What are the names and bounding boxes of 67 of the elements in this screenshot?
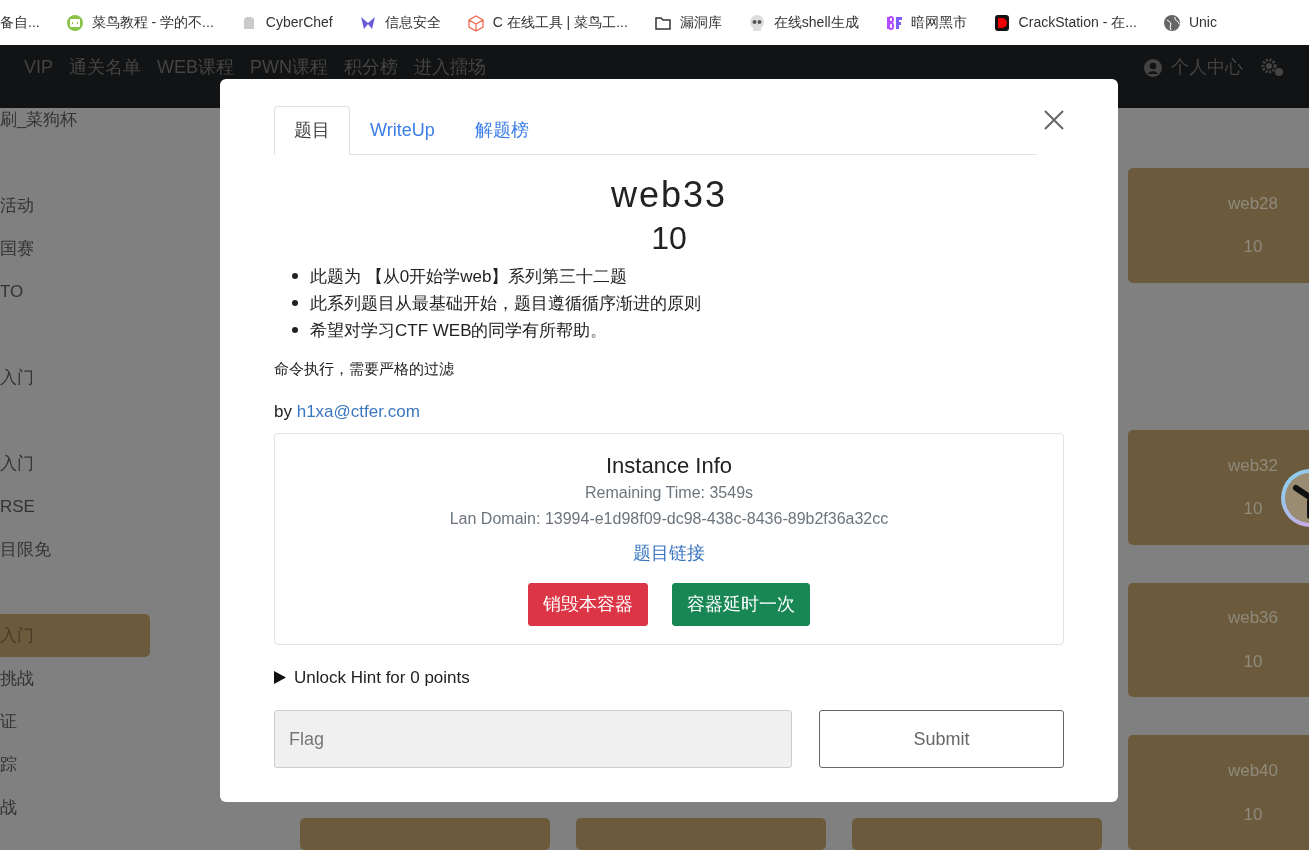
sidebar-item[interactable]: 证	[0, 700, 150, 743]
sidebar-item[interactable]: RSE	[0, 485, 150, 528]
challenge-card[interactable]: web40 10	[1128, 735, 1309, 850]
bookmark-link[interactable]: CyberChef	[265, 12, 333, 33]
bullet-text: 希望对学习CTF WEB的同学有所帮助。	[310, 319, 608, 342]
bookmark-link[interactable]: C 在线工具 | 菜鸟工...	[492, 12, 628, 33]
bullet-icon	[292, 273, 298, 280]
bullet-text: 此题为 【从0开始学web】系列第三十二题	[310, 265, 628, 288]
bookmark-link[interactable]: 菜鸟教程 - 学的不...	[91, 12, 214, 33]
sidebar-item[interactable]: TO	[0, 270, 150, 313]
hint-toggle[interactable]: Unlock Hint for 0 points	[294, 665, 470, 691]
challenge-name: web28	[1227, 192, 1279, 215]
globe-icon	[1162, 13, 1181, 32]
challenge-card[interactable]: web36 10	[1128, 582, 1309, 698]
bookmark-link[interactable]: 暗网黑市	[910, 12, 967, 33]
challenge-card[interactable]: web32 10	[1128, 429, 1309, 545]
bullet-icon	[292, 327, 298, 334]
dialog-tab[interactable]: WriteUp	[350, 106, 455, 155]
bookmark-link[interactable]: 在线shell生成	[773, 12, 859, 33]
flag-input-field[interactable]: Flag	[274, 710, 792, 769]
bookmark-link[interactable]: 信息安全	[384, 12, 441, 33]
sidebar-item[interactable]: 目限免	[0, 528, 150, 571]
sidebar-item[interactable]: 挑战	[0, 657, 150, 700]
challenge-name: web32	[1227, 454, 1279, 477]
author-label: by	[274, 402, 292, 422]
challenge-points: 10	[1243, 650, 1263, 673]
extend-container-button[interactable]: 容器延时一次	[672, 583, 810, 626]
sidebar-item[interactable]: 活动	[0, 184, 150, 227]
close-icon[interactable]	[1044, 107, 1064, 131]
challenge-points: 10	[1243, 236, 1263, 259]
challenge-card[interactable]: web28 10	[1128, 168, 1309, 283]
sidebar-item[interactable]: 刷_菜狗杯	[0, 98, 150, 141]
challenge-name: web40	[1227, 760, 1279, 783]
challenge-points: 10	[1243, 803, 1263, 826]
sidebar-item[interactable]: 入门	[0, 442, 150, 485]
cube-icon	[466, 13, 485, 32]
bookmark-link[interactable]: CrackStation - 在...	[1018, 12, 1137, 33]
bf-logo-icon	[884, 13, 903, 32]
lan-domain-text: Lan Domain: 13994-e1d98f09-dc98-438c-8436-89b2f36a32cc	[448, 509, 890, 529]
sidebar-item[interactable]: 国赛	[0, 227, 150, 270]
challenge-link[interactable]: 题目链接	[633, 540, 705, 567]
d-logo-icon	[992, 13, 1011, 32]
skull-icon	[747, 13, 766, 32]
bookmark-link[interactable]: 备自...	[0, 12, 40, 33]
author-email-link[interactable]: h1xa@ctfer.com	[296, 402, 420, 422]
bookmark-code-icon	[65, 13, 84, 32]
challenge-name: web36	[1227, 607, 1279, 630]
bookmark-link[interactable]: 漏洞库	[679, 12, 722, 33]
user-icon	[1143, 57, 1163, 78]
bullet-text: 此系列题目从最基础开始，题目遵循循序渐进的原则	[310, 292, 701, 315]
sidebar-item[interactable]: 踪	[0, 743, 150, 786]
remaining-time-text: Remaining Time: 3549s	[583, 483, 755, 503]
challenge-points: 10	[650, 218, 688, 257]
destroy-container-button[interactable]: 销毁本容器	[528, 583, 648, 626]
bookmark-link[interactable]: Unic	[1188, 12, 1217, 33]
dialog-tab[interactable]: 题目	[274, 106, 350, 155]
bullet-icon	[292, 300, 298, 307]
sidebar-item[interactable]: 入门	[0, 356, 150, 399]
submit-button[interactable]: Submit	[819, 710, 1064, 769]
instance-title: Instance Info	[605, 452, 733, 480]
challenge-points: 10	[1243, 498, 1263, 521]
sidebar-item[interactable]: 战	[0, 786, 150, 829]
floating-assistant-icon[interactable]	[1280, 468, 1309, 528]
expand-triangle-icon[interactable]	[274, 671, 286, 685]
dialog-tab[interactable]: 解题榜	[454, 106, 549, 155]
description-text: 命令执行，需要严格的过滤	[274, 359, 455, 379]
challenge-title: web33	[609, 175, 729, 215]
